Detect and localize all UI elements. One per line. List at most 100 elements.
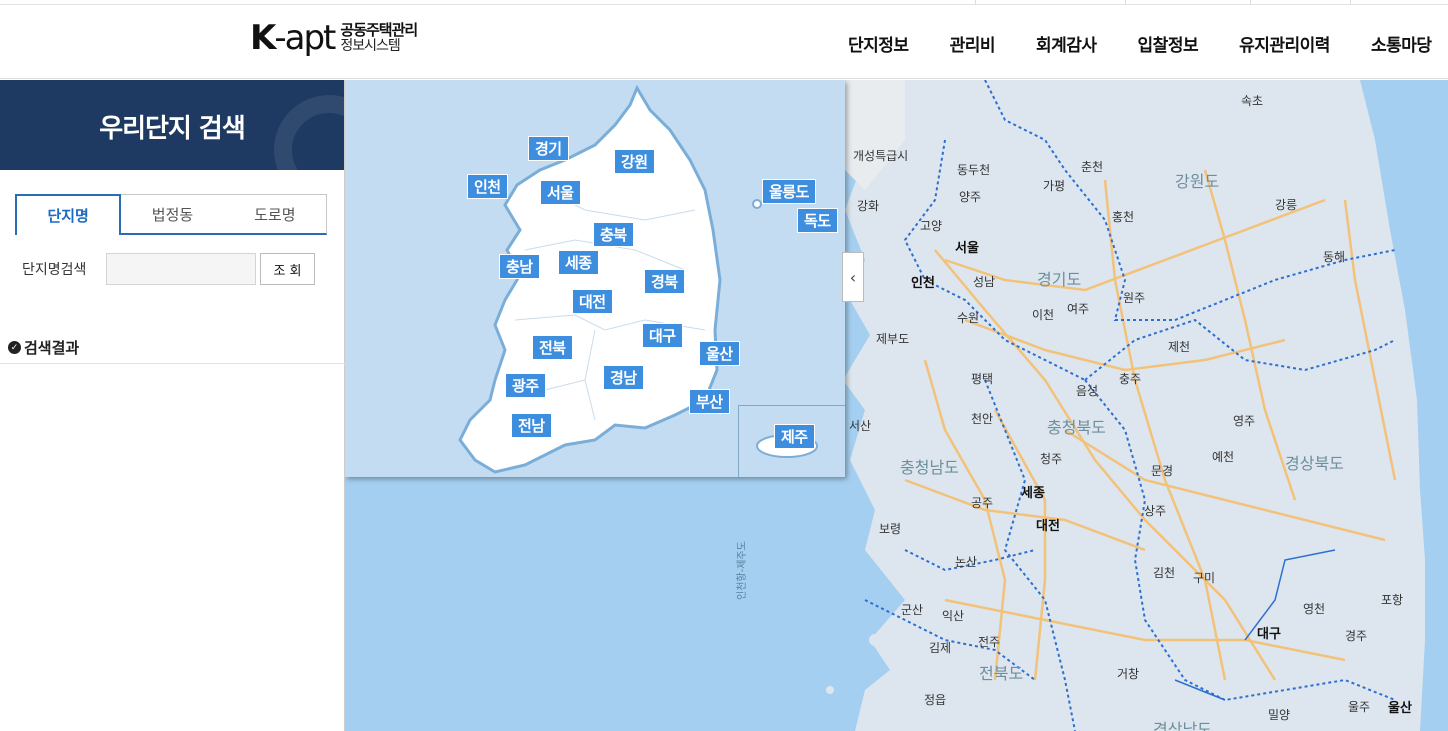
logo-line1: 공동주택관리 — [340, 20, 418, 39]
map-label: 문경 — [1151, 464, 1174, 478]
map-label: 김천 — [1153, 566, 1176, 580]
result-title-text: 검색결과 — [24, 339, 80, 357]
ferry-route-label: 인천항-제주도 — [737, 541, 748, 600]
collapse-panel-button[interactable]: ‹ — [842, 252, 864, 302]
nav-bidding[interactable]: 입찰정보 — [1138, 31, 1199, 56]
map-label: 강화 — [857, 199, 880, 213]
search-label: 단지명검색 — [22, 262, 87, 278]
map-label: 구미 — [1193, 571, 1216, 585]
nav-audit[interactable]: 회계감사 — [1036, 31, 1097, 56]
map-label: 동해 — [1323, 250, 1346, 264]
region-chungnam[interactable]: 충남 — [499, 254, 540, 279]
chevron-left-icon: ‹ — [849, 267, 857, 287]
map-label: 공주 — [971, 496, 994, 510]
map-label-city: 대전 — [1036, 519, 1060, 534]
nav-maintenance-history[interactable]: 유지관리이력 — [1239, 31, 1330, 56]
region-gyeongnam[interactable]: 경남 — [603, 365, 644, 390]
map-label: 양주 — [959, 190, 982, 204]
result-heading: ✓ 검색결과 — [8, 337, 79, 358]
region-jeonbuk[interactable]: 전북 — [532, 335, 573, 360]
map-label: 영천 — [1303, 602, 1326, 616]
map-label: 상주 — [1144, 504, 1167, 518]
map-label-province: 경상남도 — [1153, 720, 1212, 731]
main-nav: 단지정보 관리비 회계감사 입찰정보 유지관리이력 소통마당 — [848, 31, 1448, 56]
region-ulleungdo[interactable]: 울릉도 — [762, 179, 816, 204]
emblem-deco-icon — [274, 95, 344, 170]
complex-name-input[interactable] — [106, 253, 256, 285]
nav-community[interactable]: 소통마당 — [1371, 31, 1432, 56]
search-panel: 우리단지 검색 단지명 법정동 도로명 단지명검색 조 회 ✓ 검색결과 — [0, 80, 345, 731]
region-gwangju[interactable]: 광주 — [505, 373, 546, 398]
map-label: 이천 — [1032, 308, 1055, 322]
map-label-province: 경상북도 — [1285, 454, 1344, 473]
map-label: 군산 — [901, 603, 924, 617]
region-incheon[interactable]: 인천 — [467, 174, 508, 199]
map-label: 제천 — [1168, 340, 1191, 354]
region-jeonnam[interactable]: 전남 — [511, 413, 552, 438]
map-viewport[interactable]: 속초 개성특급시 동두천 춘천 강원도 양주 가평 강화 고양 홍천 강릉 서울… — [345, 80, 1448, 731]
map-label: 가평 — [1043, 179, 1066, 193]
map-label: 청주 — [1040, 452, 1063, 466]
map-label: 익산 — [942, 609, 965, 623]
ulleung-island-shape — [752, 199, 762, 209]
map-label: 김제 — [929, 641, 952, 655]
map-label: 개성특급시 — [853, 149, 909, 163]
search-button[interactable]: 조 회 — [260, 253, 315, 285]
region-gangwon[interactable]: 강원 — [614, 149, 655, 174]
map-label: 음성 — [1076, 384, 1099, 398]
map-label: 전주 — [978, 635, 1001, 649]
map-label-province: 충청남도 — [900, 458, 959, 477]
region-daegu[interactable]: 대구 — [642, 323, 683, 348]
map-label-province: 전북도 — [979, 664, 1024, 683]
region-busan[interactable]: 부산 — [689, 389, 730, 414]
site-header: K-apt 공동주택관리 정보시스템 단지정보 관리비 회계감사 입찰정보 유지… — [0, 5, 1448, 79]
map-label-city: 인천 — [911, 276, 935, 291]
region-gyeonggi[interactable]: 경기 — [528, 136, 569, 161]
region-dokdo[interactable]: 독도 — [797, 208, 838, 233]
region-sejong[interactable]: 세종 — [558, 250, 599, 275]
nav-management-fee[interactable]: 관리비 — [950, 31, 996, 56]
map-label: 고양 — [920, 219, 943, 233]
map-label: 보령 — [879, 522, 902, 536]
region-ulsan[interactable]: 울산 — [699, 341, 740, 366]
map-label: 천안 — [971, 412, 994, 426]
map-label-province: 충청북도 — [1047, 418, 1106, 437]
map-label: 제부도 — [876, 332, 910, 346]
map-label: 충주 — [1119, 372, 1142, 386]
tab-complex-name[interactable]: 단지명 — [15, 194, 122, 235]
map-label-province: 경기도 — [1037, 270, 1082, 289]
region-chungbuk[interactable]: 충북 — [593, 222, 634, 247]
map-label: 경주 — [1345, 629, 1368, 643]
region-seoul[interactable]: 서울 — [540, 180, 581, 205]
map-label: 원주 — [1123, 291, 1146, 305]
region-jeju[interactable]: 제주 — [774, 424, 815, 449]
panel-title-bar: 우리단지 검색 — [0, 80, 344, 170]
map-label: 거창 — [1117, 667, 1140, 681]
map-label: 강릉 — [1275, 198, 1298, 212]
tab-road-name[interactable]: 도로명 — [224, 195, 326, 233]
map-label: 동두천 — [957, 163, 991, 177]
region-overview-map: 경기 강원 인천 서울 울릉도 독도 충북 세종 충남 경북 대전 대구 전북 … — [345, 80, 845, 477]
map-label: 춘천 — [1081, 160, 1104, 174]
site-logo[interactable]: K-apt 공동주택관리 정보시스템 — [250, 20, 418, 55]
region-daejeon[interactable]: 대전 — [572, 289, 613, 314]
check-circle-icon: ✓ — [8, 341, 21, 354]
map-label: 밀양 — [1268, 708, 1291, 722]
region-gyeongbuk[interactable]: 경북 — [644, 269, 685, 294]
map-label: 영주 — [1233, 414, 1256, 428]
map-label: 정읍 — [924, 693, 947, 707]
map-label-city: 울산 — [1388, 701, 1412, 716]
logo-line2: 정보시스템 — [340, 37, 400, 54]
map-label-city: 대구 — [1257, 627, 1281, 642]
tab-legal-dong[interactable]: 법정동 — [121, 195, 223, 233]
nav-complex-info[interactable]: 단지정보 — [848, 31, 909, 56]
map-label: 속초 — [1241, 94, 1264, 108]
map-label: 울주 — [1348, 700, 1371, 714]
map-label: 성남 — [973, 275, 996, 289]
island-shape — [869, 634, 881, 646]
logo-text: 공동주택관리 정보시스템 — [340, 20, 418, 54]
map-label-province: 강원도 — [1175, 172, 1220, 191]
divider — [0, 363, 345, 364]
map-label: 평택 — [971, 372, 994, 386]
map-label-city: 세종 — [1021, 486, 1045, 501]
